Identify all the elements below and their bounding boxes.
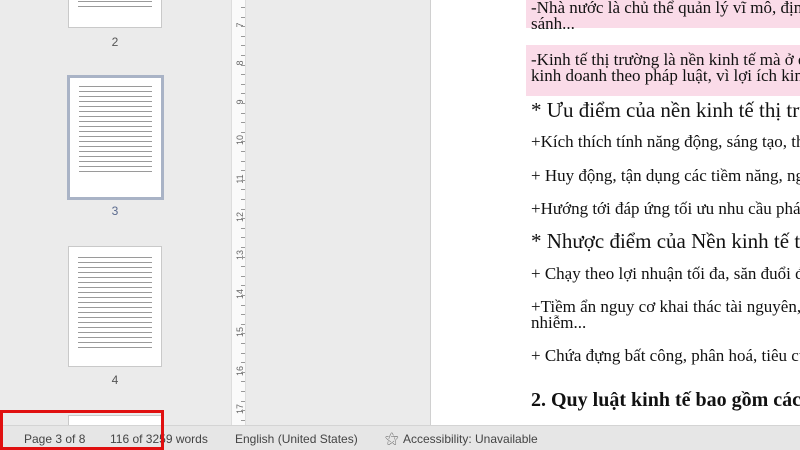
ruler-tick: [241, 247, 245, 248]
language-status[interactable]: English (United States): [235, 432, 358, 446]
ruler-tick: [241, 55, 245, 56]
ruler-tick: [241, 141, 245, 143]
ruler-label: 13: [235, 250, 245, 261]
accessibility-status[interactable]: Accessibility: Unavailable: [403, 432, 538, 446]
ruler-tick: [241, 352, 245, 354]
ruler-tick: [241, 333, 245, 335]
ruler-tick: [241, 275, 245, 277]
document-page[interactable]: -Nhà nước là chủ thể quản lý vĩ mô, định…: [430, 0, 800, 425]
accessibility-icon: ⚝: [385, 430, 399, 446]
ruler-tick: [241, 343, 245, 344]
ruler-tick: [241, 170, 245, 172]
ruler-tick: [241, 218, 245, 220]
ruler-tick: [241, 381, 245, 383]
ruler-label: 16: [235, 365, 245, 376]
ruler-tick: [241, 160, 245, 162]
ruler-tick: [241, 179, 245, 181]
body-line: kinh doanh theo pháp luật, vì lợi ích ki…: [531, 66, 800, 85]
ruler-label: 12: [235, 212, 245, 223]
body-line: + Chứa đựng bất công, phân hoá, tiêu cực: [531, 346, 800, 365]
ruler-tick: [241, 419, 245, 421]
ruler-tick: [241, 35, 245, 37]
ruler-label: 17: [235, 404, 245, 415]
ruler-tick: [241, 199, 245, 200]
ruler-label: 14: [235, 288, 245, 299]
ruler-tick: [241, 122, 245, 124]
vertical-ruler: 7 8 9 10 11 12 13 14 15 16 17: [231, 0, 246, 425]
ruler-tick: [241, 131, 245, 133]
ruler-tick: [241, 266, 245, 268]
ruler-tick: [241, 16, 245, 18]
ruler-tick: [241, 208, 245, 210]
ruler-tick: [241, 314, 245, 316]
word-count[interactable]: 116 of 3259 words: [110, 432, 208, 446]
ruler-tick: [241, 93, 245, 95]
ruler-tick: [241, 26, 245, 28]
ruler-tick: [241, 151, 245, 152]
ruler-tick: [241, 371, 245, 373]
thumbnail-page-3[interactable]: [67, 75, 164, 200]
body-line: sánh...: [531, 14, 575, 33]
page-thumbnails-pane: 2 3 4: [0, 0, 215, 445]
body-line: +Kích thích tính năng động, sáng tạo, th…: [531, 132, 800, 151]
ruler-label: 8: [235, 60, 245, 66]
ruler-tick: [241, 103, 245, 104]
ruler-tick: [241, 410, 245, 412]
ruler-tick: [241, 227, 245, 229]
ruler-tick: [241, 391, 245, 392]
heading-advantages: * Ưu điểm của nền kinh tế thị trường: [531, 98, 800, 122]
ruler-label: 9: [235, 99, 245, 105]
thumbnail-label: 2: [111, 35, 119, 49]
ruler-tick: [241, 189, 245, 191]
ruler-tick: [241, 323, 245, 325]
ruler-tick: [241, 304, 245, 306]
ruler-tick: [241, 45, 245, 47]
ruler-tick: [241, 74, 245, 76]
ruler-tick: [241, 112, 245, 114]
thumbnail-label: 3: [111, 204, 119, 218]
ruler-tick: [241, 7, 245, 8]
page-count[interactable]: Page 3 of 8: [24, 432, 85, 446]
ruler-tick: [241, 64, 245, 66]
body-line: + Chạy theo lợi nhuận tối đa, săn đuổi đ…: [531, 264, 800, 283]
ruler-label: 10: [235, 135, 245, 146]
ruler-tick: [241, 256, 245, 258]
ruler-tick: [241, 295, 245, 296]
ruler-tick: [241, 285, 245, 287]
thumbnail-label: 4: [111, 373, 119, 387]
ruler-label: 7: [235, 22, 245, 28]
ruler-tick: [241, 400, 245, 402]
thumbnail-page-2[interactable]: [68, 0, 162, 28]
ruler-tick: [241, 237, 245, 239]
section-heading: 2. Quy luật kinh tế bao gồm các quy luật: [531, 389, 800, 411]
ruler-label: 11: [235, 173, 245, 184]
status-bar: Page 3 of 8 116 of 3259 words English (U…: [0, 425, 800, 450]
ruler-tick: [241, 362, 245, 364]
body-line: +Hướng tới đáp ứng tối ưu nhu cầu phát t…: [531, 199, 800, 218]
thumbnail-page-4[interactable]: [68, 246, 162, 367]
ruler-tick: [241, 83, 245, 85]
heading-disadvantages: * Nhược điểm của Nền kinh tế thị trường: [531, 229, 800, 253]
body-line: + Huy động, tận dụng các tiềm năng, nguồ…: [531, 166, 800, 185]
ruler-label: 15: [235, 327, 245, 338]
body-line: nhiễm...: [531, 313, 587, 332]
